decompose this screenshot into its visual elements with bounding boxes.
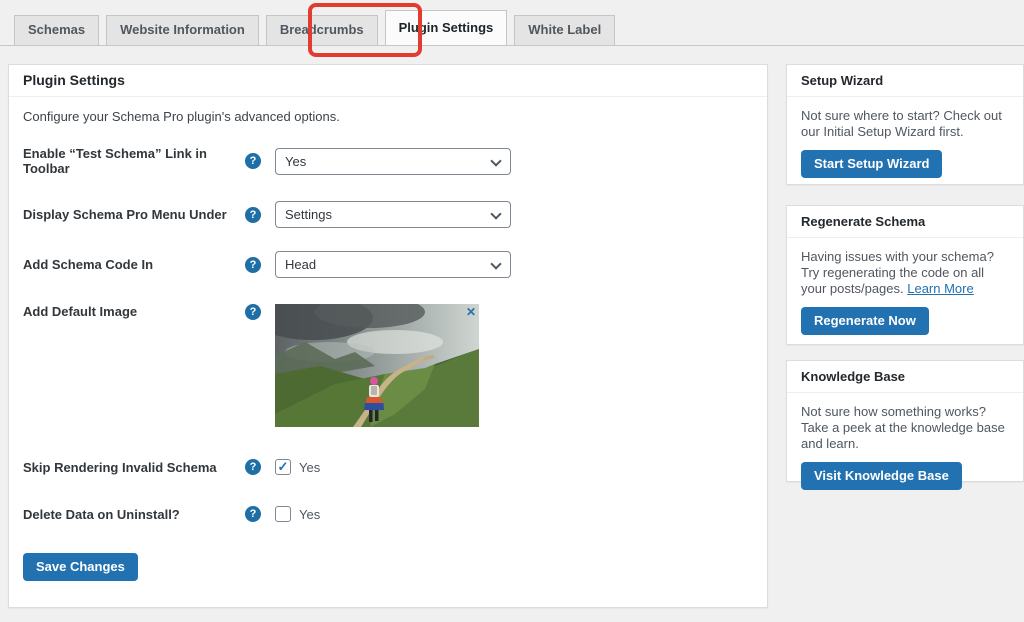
remove-image-icon[interactable]: ✕ [466,305,476,319]
select-value: Settings [285,207,332,222]
knowledge-base-box: Knowledge Base Not sure how something wo… [786,360,1024,482]
tab-white-label[interactable]: White Label [514,15,615,45]
panel-title: Plugin Settings [9,65,767,97]
chevron-down-icon [490,258,501,269]
plugin-settings-panel: Plugin Settings Configure your Schema Pr… [8,64,768,608]
skip-invalid-schema-checkbox[interactable]: ✓ [275,459,291,475]
menu-under-select[interactable]: Settings [275,201,511,228]
visit-knowledge-base-button[interactable]: Visit Knowledge Base [801,462,962,490]
field-row-skip-invalid-schema: Skip Rendering Invalid Schema ? ✓ Yes [23,459,753,475]
field-row-delete-data: Delete Data on Uninstall? ? Yes [23,506,753,522]
mountain-trail-photo [275,304,479,427]
help-icon[interactable]: ? [245,153,261,169]
select-value: Head [285,257,316,272]
field-row-default-image: Add Default Image ? [23,304,753,427]
field-row-menu-under: Display Schema Pro Menu Under ? Settings [23,201,753,228]
box-text: Not sure how something works? Take a pee… [801,404,1005,451]
help-icon[interactable]: ? [245,304,261,320]
field-label: Add Default Image [23,304,245,319]
tab-bar: Schemas Website Information Breadcrumbs … [0,0,1024,46]
help-icon[interactable]: ? [245,459,261,475]
test-schema-link-select[interactable]: Yes [275,148,511,175]
box-title: Regenerate Schema [787,206,1023,238]
help-icon[interactable]: ? [245,506,261,522]
box-text: Not sure where to start? Check out our I… [801,108,1002,139]
delete-data-checkbox[interactable] [275,506,291,522]
field-label: Skip Rendering Invalid Schema [23,460,245,475]
setup-wizard-box: Setup Wizard Not sure where to start? Ch… [786,64,1024,185]
default-image-thumbnail[interactable]: ✕ [275,304,479,427]
field-row-schema-code-in: Add Schema Code In ? Head [23,251,753,278]
schema-code-in-select[interactable]: Head [275,251,511,278]
tab-breadcrumbs[interactable]: Breadcrumbs [266,15,378,45]
checkbox-label: Yes [299,460,320,475]
field-label: Display Schema Pro Menu Under [23,207,245,222]
select-value: Yes [285,154,306,169]
panel-description: Configure your Schema Pro plugin's advan… [23,109,753,124]
tab-plugin-settings[interactable]: Plugin Settings [385,10,508,45]
tab-website-information[interactable]: Website Information [106,15,259,45]
help-icon[interactable]: ? [245,257,261,273]
field-label: Enable “Test Schema” Link in Toolbar [23,146,245,176]
box-title: Setup Wizard [787,65,1023,97]
learn-more-link[interactable]: Learn More [907,281,973,296]
tab-schemas[interactable]: Schemas [14,15,99,45]
field-row-test-schema-link: Enable “Test Schema” Link in Toolbar ? Y… [23,146,753,176]
start-setup-wizard-button[interactable]: Start Setup Wizard [801,150,942,178]
field-label: Delete Data on Uninstall? [23,507,245,522]
field-label: Add Schema Code In [23,257,245,272]
checkbox-label: Yes [299,507,320,522]
regenerate-schema-box: Regenerate Schema Having issues with you… [786,205,1024,345]
chevron-down-icon [490,155,501,166]
save-changes-button[interactable]: Save Changes [23,553,138,581]
box-title: Knowledge Base [787,361,1023,393]
help-icon[interactable]: ? [245,207,261,223]
chevron-down-icon [490,208,501,219]
regenerate-now-button[interactable]: Regenerate Now [801,307,929,335]
